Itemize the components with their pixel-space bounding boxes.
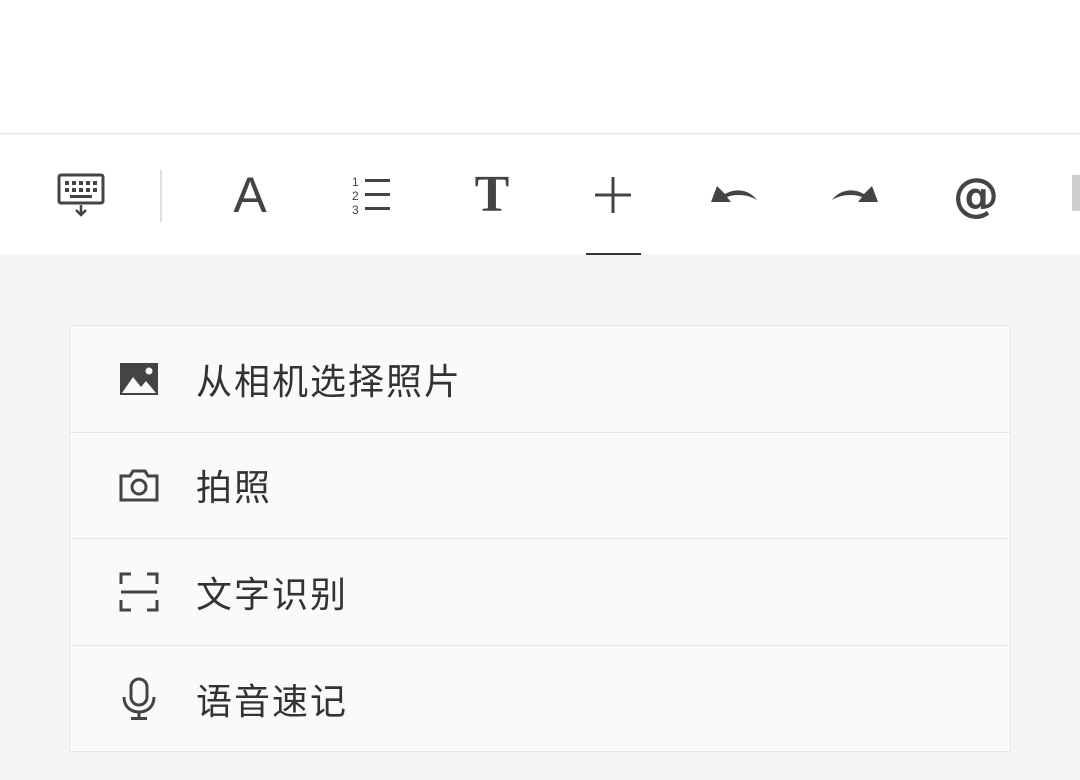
text-format-button[interactable]: T	[452, 135, 532, 255]
menu-item-label: 从相机选择照片	[196, 361, 463, 403]
menu-item-label: 拍照	[196, 468, 273, 510]
toolbar-divider	[160, 170, 162, 222]
more-tools-edge[interactable]	[1072, 175, 1080, 211]
camera-icon	[116, 462, 162, 508]
svg-text:3: 3	[352, 203, 359, 217]
keyboard-toggle-button[interactable]	[41, 135, 121, 255]
keyboard-hide-icon	[57, 173, 105, 217]
menu-item-text-recognition[interactable]: 文字识别	[70, 539, 1010, 646]
numbered-list-icon: 1 2 3	[352, 175, 390, 217]
numbered-list-button[interactable]: 1 2 3	[332, 135, 412, 255]
redo-icon	[832, 186, 878, 202]
menu-item-voice-memo[interactable]: 语音速记	[70, 646, 1010, 753]
insert-button[interactable]	[573, 135, 653, 255]
at-icon: @	[953, 168, 999, 222]
format-toolbar: A 1 2 3 T @	[0, 135, 1080, 255]
undo-button[interactable]	[694, 135, 774, 255]
svg-text:2: 2	[352, 189, 359, 203]
redo-button[interactable]	[815, 135, 895, 255]
active-tab-indicator	[586, 253, 641, 255]
menu-item-label: 语音速记	[196, 681, 349, 723]
scan-icon	[116, 569, 162, 615]
note-editor-area[interactable]	[0, 0, 1080, 134]
font-style-button[interactable]: A	[210, 135, 290, 255]
svg-text:1: 1	[352, 175, 359, 189]
microphone-icon	[116, 676, 162, 722]
text-t-icon: T	[474, 166, 510, 223]
insert-menu: 从相机选择照片 拍照 文字识别 语音速记	[69, 325, 1011, 752]
font-a-icon: A	[233, 167, 267, 223]
plus-icon	[595, 177, 631, 213]
mention-button[interactable]: @	[936, 135, 1016, 255]
menu-item-choose-photo[interactable]: 从相机选择照片	[70, 326, 1010, 433]
image-icon	[116, 356, 162, 402]
menu-item-label: 文字识别	[196, 574, 349, 616]
undo-icon	[711, 186, 757, 202]
menu-item-take-photo[interactable]: 拍照	[70, 433, 1010, 539]
